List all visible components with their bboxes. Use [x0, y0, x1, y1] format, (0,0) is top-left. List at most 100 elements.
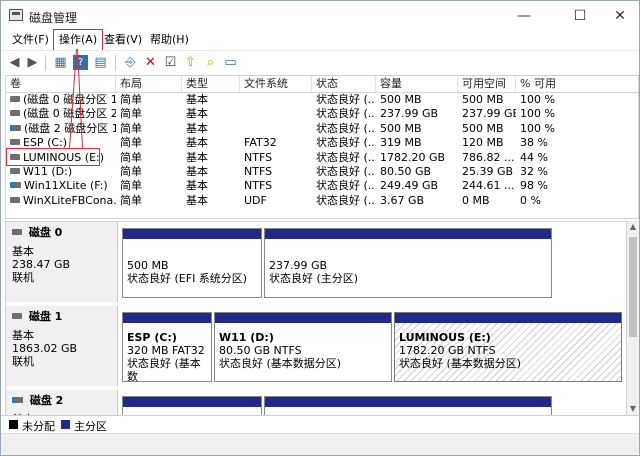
column-filesystem[interactable]: 文件系统: [240, 76, 312, 92]
close-button[interactable]: ✕: [597, 1, 639, 31]
table-cell: 786.82 ...: [458, 151, 516, 165]
scroll-up-icon[interactable]: ▲: [627, 221, 639, 233]
cell-text: 简单: [120, 121, 142, 135]
partition-esp-c[interactable]: ESP (C:) 320 MB FAT32 状态良好 (基本数: [122, 312, 212, 382]
cell-text: 状态良好 (...: [316, 179, 376, 193]
cell-text: NTFS: [244, 150, 273, 164]
cell-text: FAT32: [244, 136, 277, 150]
cell-text: 基本: [186, 121, 208, 135]
column-status[interactable]: 状态: [312, 76, 376, 92]
partition-disk2-2[interactable]: [264, 396, 552, 416]
table-row[interactable]: LUMINOUS (E:) 简单 基本 NTFS 状态良好 (... 1782.20 GB…: [6, 151, 638, 165]
table-row[interactable]: (磁盘 0 磁盘分区 1) 简单 基本 状态良好 (... 500 MB 500 MB 10…: [6, 93, 638, 107]
cell-text: 0 MB: [462, 193, 490, 207]
partition-w11-d[interactable]: W11 (D:) 80.50 GB NTFS 状态良好 (基本数据分区): [214, 312, 392, 382]
column-percent-free[interactable]: % 可用: [516, 76, 638, 92]
graph-scrollbar[interactable]: ▲ ▼: [627, 221, 639, 415]
window-icon[interactable]: ▭: [223, 55, 238, 70]
column-capacity[interactable]: 容量: [376, 76, 458, 92]
partition-bar: [395, 313, 621, 323]
partition-disk2-1[interactable]: [122, 396, 262, 416]
cell-text: 319 MB: [380, 136, 422, 150]
table-cell: 25.39 GB: [458, 165, 516, 179]
toolbar-separator: [115, 55, 116, 71]
table-cell: WinXLiteFBCona...: [6, 194, 116, 208]
column-layout[interactable]: 布局: [116, 76, 182, 92]
table-cell: 基本: [182, 136, 240, 150]
table-row[interactable]: (磁盘 0 磁盘分区 2) 简单 基本 状态良好 (... 237.99 GB 237.9…: [6, 107, 638, 121]
cell-text: (磁盘 0 磁盘分区 2): [23, 107, 116, 121]
disk-graphical-view: 磁盘 0 基本 238.47 GB 联机 500 MB 状态良好 (EFI 系统…: [5, 221, 627, 417]
column-type[interactable]: 类型: [182, 76, 240, 92]
table-cell: W11 (D:): [6, 165, 116, 179]
table-cell: 500 MB: [458, 93, 516, 107]
table-cell: 简单: [116, 165, 182, 179]
table-cell: 80.50 GB: [376, 165, 458, 179]
cell-text: 80.50 GB: [380, 165, 432, 178]
table-cell: [240, 93, 312, 107]
menu-action[interactable]: 操作(A): [53, 29, 104, 51]
disk-0-row: 磁盘 0 基本 238.47 GB 联机 500 MB 状态良好 (EFI 系统…: [6, 222, 626, 302]
console-icon[interactable]: ▤: [93, 55, 108, 70]
partition-size: 320 MB FAT32: [127, 344, 205, 357]
connect-icon[interactable]: ⎆: [123, 55, 138, 70]
cell-text: 1782.20 GB: [380, 150, 446, 164]
table-cell: 120 MB: [458, 136, 516, 150]
search-folder-icon[interactable]: ⌕: [203, 55, 218, 70]
menu-help[interactable]: 帮助(H): [145, 32, 194, 48]
cell-text: NTFS: [244, 179, 273, 193]
cell-text: 基本: [186, 136, 208, 150]
legend-label-primary: 主分区: [74, 420, 107, 433]
table-row[interactable]: (磁盘 2 磁盘分区 1) 简单 基本 状态良好 (... 500 MB 500 MB 10…: [6, 122, 638, 136]
column-volume[interactable]: 卷: [6, 76, 116, 92]
disk-management-window: 磁盘管理 — ☐ ✕ 文件(F) 操作(A) 查看(V) 帮助(H) ◀ ▶ ▦…: [0, 0, 640, 456]
cell-text: 基本: [186, 150, 208, 164]
scroll-thumb[interactable]: [629, 237, 637, 337]
disk-2-label[interactable]: 磁盘 2 基本: [6, 390, 118, 416]
toolbar: ◀ ▶ ▦ ? ▤ ⎆ ✕ ☑ ⇧ ⌕ ▭: [1, 50, 639, 75]
table-cell: 500 MB: [376, 122, 458, 136]
table-cell: UDF: [240, 194, 312, 208]
volume-list: 卷 布局 类型 文件系统 状态 容量 可用空间 % 可用 (磁盘 0 磁盘分区 …: [5, 75, 639, 219]
scroll-down-icon[interactable]: ▼: [627, 403, 639, 415]
table-row[interactable]: WinXLiteFBCona... 简单 基本 UDF 状态良好 (... 3.67 GB…: [6, 194, 638, 208]
disk-type: 基本: [12, 245, 34, 258]
cell-text: 基本: [186, 93, 208, 106]
delete-icon[interactable]: ✕: [143, 55, 158, 70]
cell-text: 244.61 ...: [462, 179, 515, 193]
partition-disk0-2[interactable]: 237.99 GB 状态良好 (主分区): [264, 228, 552, 298]
minimize-button[interactable]: —: [501, 1, 547, 31]
cell-text: ESP (C:): [23, 136, 68, 150]
check-icon[interactable]: ☑: [163, 55, 178, 70]
upload-icon[interactable]: ⇧: [183, 55, 198, 70]
legend: 未分配 主分区: [1, 415, 639, 434]
disk-1-label[interactable]: 磁盘 1 基本 1863.02 GB 联机: [6, 306, 118, 386]
menu-file[interactable]: 文件(F): [7, 32, 54, 48]
toolbar-separator: [45, 55, 46, 71]
partition-status: 状态良好 (主分区): [269, 272, 359, 285]
back-icon[interactable]: ◀: [7, 55, 22, 70]
table-row[interactable]: W11 (D:) 简单 基本 NTFS 状态良好 (... 80.50 GB 25.39 G…: [6, 165, 638, 179]
table-cell: 3.67 GB: [376, 194, 458, 208]
cell-text: LUMINOUS (E:): [23, 150, 105, 164]
partition-disk0-1[interactable]: 500 MB 状态良好 (EFI 系统分区): [122, 228, 262, 298]
table-cell: 98 %: [516, 179, 638, 193]
disk-0-label[interactable]: 磁盘 0 基本 238.47 GB 联机: [6, 222, 118, 302]
cell-text: 简单: [120, 179, 142, 193]
forward-icon[interactable]: ▶: [25, 55, 40, 70]
disk-name: 磁盘 2: [29, 394, 64, 407]
cell-text: 状态良好 (...: [316, 193, 376, 207]
cell-text: 基本: [186, 193, 208, 207]
table-cell: 简单: [116, 136, 182, 150]
table-cell: 基本: [182, 151, 240, 165]
table-row[interactable]: Win11XLite (F:) 简单 基本 NTFS 状态良好 (... 249.49 G…: [6, 179, 638, 193]
table-cell: 100 %: [516, 107, 638, 121]
menu-view[interactable]: 查看(V): [99, 32, 147, 48]
table-row[interactable]: ESP (C:) 简单 基本 FAT32 状态良好 (... 319 MB 120 MB 38…: [6, 136, 638, 150]
disk-status: 联机: [12, 271, 34, 284]
properties-icon[interactable]: ▦: [53, 55, 68, 70]
disk-status: 联机: [12, 355, 34, 368]
partition-luminous-e[interactable]: LUMINOUS (E:) 1782.20 GB NTFS 状态良好 (基本数据…: [394, 312, 622, 382]
column-free-space[interactable]: 可用空间: [458, 76, 516, 92]
cell-text: 3.67 GB: [380, 193, 425, 207]
